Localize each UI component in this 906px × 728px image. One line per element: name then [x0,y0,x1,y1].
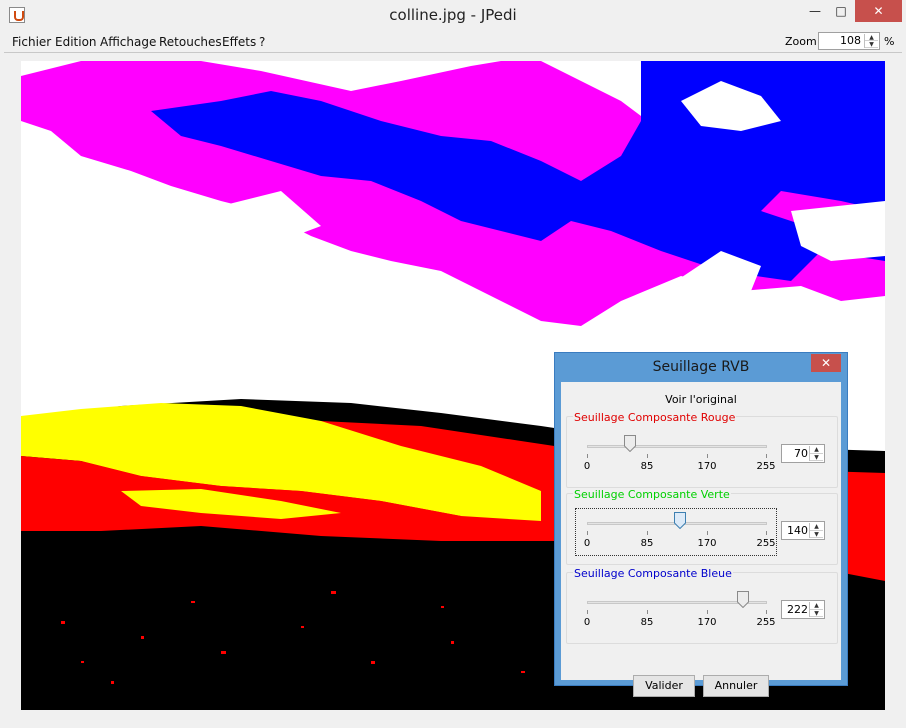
red-spin-buttons[interactable]: ▲ ▼ [809,446,823,461]
red-value[interactable]: 70 [794,447,808,460]
green-value-spinner[interactable]: 140 ▲ ▼ [781,521,825,540]
tick-label: 0 [583,538,591,549]
tick-label: 255 [756,461,776,472]
maximize-button[interactable]: □ [828,0,854,22]
spin-down-icon[interactable]: ▼ [810,610,823,617]
menu-help[interactable]: ? [259,35,265,49]
spin-down-icon[interactable]: ▼ [865,41,878,48]
dialog-close-button[interactable]: ✕ [811,354,841,372]
threshold-dialog: Seuillage RVB ✕ Voir l'original Seuillag… [554,352,848,697]
tick-label: 255 [756,617,776,628]
menu-effets[interactable]: Effets [222,35,256,49]
tick [766,531,767,535]
spin-up-icon[interactable]: ▲ [810,446,823,454]
tick-label: 170 [697,617,717,628]
green-spin-buttons[interactable]: ▲ ▼ [809,523,823,538]
menu-bar: Fichier Edition Affichage Retouches Effe… [0,30,906,52]
blue-value[interactable]: 222 [787,603,808,616]
slider-group-blue: Seuillage Composante Bleue 0 85 170 255 … [566,567,838,644]
spin-down-icon[interactable]: ▼ [810,531,823,538]
slider-thumb-green[interactable] [674,512,686,530]
slider-title-blue: Seuillage Composante Bleue [573,567,733,580]
spin-up-icon[interactable]: ▲ [865,34,878,41]
annuler-button[interactable]: Annuler [703,675,769,697]
zoom-value[interactable]: 108 [840,34,861,47]
zoom-label: Zoom: [785,35,821,48]
tick-label: 170 [697,461,717,472]
tick-label: 85 [640,617,654,628]
green-value[interactable]: 140 [787,524,808,537]
slider-track-red[interactable] [587,445,767,448]
tick [647,610,648,614]
menu-edition[interactable]: Edition [55,35,97,49]
menu-affichage[interactable]: Affichage [100,35,156,49]
voir-original-checkbox[interactable]: Voir l'original [561,393,841,406]
blue-spin-buttons[interactable]: ▲ ▼ [809,602,823,617]
slider-thumb-blue[interactable] [737,591,749,609]
slider-group-red: Seuillage Composante Rouge 0 85 170 255 … [566,411,838,488]
tick [766,454,767,458]
slider-thumb-red[interactable] [624,435,636,453]
tick-label: 0 [583,617,591,628]
tick [707,531,708,535]
dialog-title: Seuillage RVB [652,359,750,375]
close-button[interactable]: ✕ [855,0,902,22]
tick [647,454,648,458]
tick [587,531,588,535]
title-bar: colline.jpg - JPedi — □ ✕ [0,0,906,30]
spin-up-icon[interactable]: ▲ [810,523,823,531]
window-title: colline.jpg - JPedi [389,6,517,24]
menu-retouches[interactable]: Retouches [159,35,222,49]
tick-label: 0 [583,461,591,472]
zoom-spin-buttons[interactable]: ▲ ▼ [864,34,878,48]
red-value-spinner[interactable]: 70 ▲ ▼ [781,444,825,463]
toolbar-separator [4,52,902,53]
minimize-button[interactable]: — [802,0,828,22]
tick [766,610,767,614]
blue-value-spinner[interactable]: 222 ▲ ▼ [781,600,825,619]
dialog-body: Voir l'original Seuillage Composante Rou… [561,382,841,697]
tick [587,610,588,614]
zoom-unit: % [884,35,895,48]
slider-title-red: Seuillage Composante Rouge [573,411,737,424]
spin-up-icon[interactable]: ▲ [810,602,823,610]
tick-label: 170 [697,538,717,549]
tick [647,531,648,535]
tick [587,454,588,458]
valider-button[interactable]: Valider [633,675,695,697]
slider-title-green: Seuillage Composante Verte [573,488,731,501]
tick-label: 255 [756,538,776,549]
tick-label: 85 [640,538,654,549]
spin-down-icon[interactable]: ▼ [810,454,823,461]
tick [707,610,708,614]
menu-fichier[interactable]: Fichier [12,35,51,49]
zoom-spinner[interactable]: 108 ▲ ▼ [818,32,880,50]
tick [707,454,708,458]
slider-group-green: Seuillage Composante Verte 0 85 170 255 … [566,488,838,565]
tick-label: 85 [640,461,654,472]
